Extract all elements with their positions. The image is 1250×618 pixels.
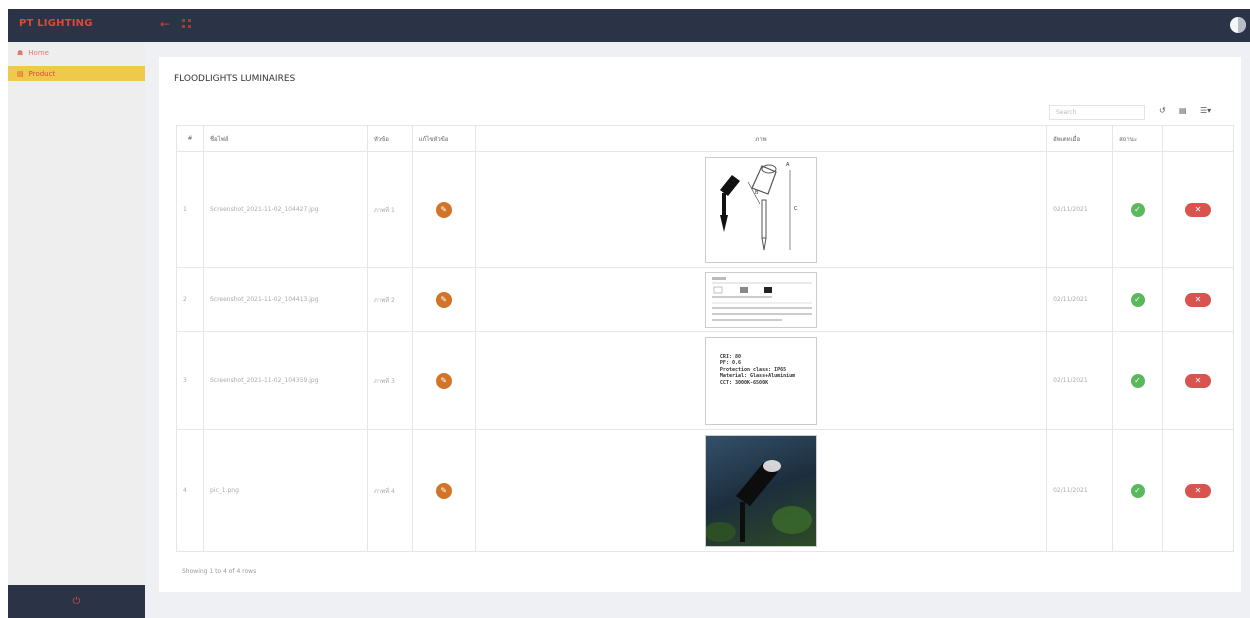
svg-text:C: C [794,206,798,212]
row-topic: ภาพที่ 2 [366,267,413,332]
row-index: 4 [176,429,204,552]
product-thumbnail[interactable] [704,434,817,547]
product-thumbnail[interactable]: B A C [704,156,817,263]
sidebar-item-label: Product [28,69,56,78]
row-date: 02/11/2021 [1046,267,1114,332]
sidebar-item-label: Home [28,49,49,57]
col-filename[interactable]: ชื่อไฟล์ [202,125,368,152]
col-updated[interactable]: อัพเดทเมื่อ [1046,125,1114,152]
product-thumbnail[interactable]: CRI: 80 PF: 0.6 Protection class: IP65 M… [704,336,817,425]
sidebar-footer: ⏻ [8,585,145,618]
close-icon[interactable]: ✕ [1185,373,1211,388]
check-icon[interactable]: ✓ [1130,292,1145,307]
table-row: 3 Screenshot_2021-11-02_104359.jpg ภาพที… [176,331,1234,430]
check-icon[interactable]: ✓ [1130,202,1145,217]
col-image[interactable]: ภาพ [474,125,1048,152]
col-status[interactable]: สถานะ [1112,125,1164,152]
row-date: 02/11/2021 [1046,331,1114,430]
pencil-icon[interactable]: ✎ [435,372,452,389]
product-thumbnail[interactable] [704,271,817,328]
col-edit[interactable]: แก้ไขหัวข้อ [411,125,476,152]
table-icon: ▤ [17,69,24,78]
pencil-icon[interactable]: ✎ [435,201,452,218]
content-panel: FLOODLIGHTS LUMINAIRES Search ↺ ▤ ☰▾ # ช… [159,57,1241,592]
check-icon[interactable]: ✓ [1130,373,1145,388]
row-topic: ภาพที่ 3 [366,331,413,430]
row-topic: ภาพที่ 4 [366,429,413,552]
table-row: 1 Screenshot_2021-11-02_104427.jpg ภาพที… [176,151,1234,268]
spec-sheet-drawing [711,276,812,321]
columns-icon[interactable]: ▤ [1179,106,1187,115]
svg-text:A: A [786,162,790,168]
close-icon[interactable]: ✕ [1185,483,1211,498]
pencil-icon[interactable]: ✎ [435,482,452,499]
table-row: 2 Screenshot_2021-11-02_104413.jpg ภาพที… [176,267,1234,332]
top-bar: PT LIGHTING ← [8,9,1250,42]
row-filename: Screenshot_2021-11-02_104413.jpg [202,267,368,332]
row-date: 02/11/2021 [1046,151,1114,268]
spec-line: CCT: 3000K-6500K [719,379,769,386]
arrow-left-icon[interactable]: ← [160,17,170,31]
check-icon[interactable]: ✓ [1130,483,1145,498]
col-index[interactable]: # [176,125,204,152]
close-icon[interactable]: ✕ [1185,292,1211,307]
home-icon: ☗ [17,49,24,57]
row-index: 3 [176,331,204,430]
row-index: 1 [176,151,204,268]
col-topic[interactable]: หัวข้อ [366,125,413,152]
garden-light-photo [705,459,812,542]
row-topic: ภาพที่ 1 [366,151,413,268]
app-frame: PT LIGHTING ← ☗ Home ▤ Product ⏻ FLOODLI… [8,9,1250,618]
spike-light-drawing: B A C [719,162,798,250]
search-input[interactable]: Search [1049,105,1145,120]
sidebar-item-product[interactable]: ▤ Product [8,66,145,81]
row-date: 02/11/2021 [1046,429,1114,552]
row-filename: Screenshot_2021-11-02_104427.jpg [202,151,368,268]
avatar-icon[interactable] [1230,17,1246,33]
spec-line: Material: Glass+Aluminium [719,373,796,379]
brand-logo[interactable]: PT LIGHTING [19,18,93,29]
sidebar-item-home[interactable]: ☗ Home [8,46,145,60]
refresh-icon[interactable]: ↺ [1159,106,1166,115]
data-table: # ชื่อไฟล์ หัวข้อ แก้ไขหัวข้อ ภาพ อัพเดท… [176,125,1234,552]
grid-icon[interactable] [182,19,192,29]
col-actions [1162,125,1234,152]
power-icon[interactable]: ⏻ [73,596,81,607]
list-icon[interactable]: ☰▾ [1200,106,1211,115]
table-row: 4 pic_1.png ภาพที่ 4 ✎ 02/11/2021 ✓ ✕ [176,429,1234,552]
page-title: FLOODLIGHTS LUMINAIRES [174,74,296,84]
row-index: 2 [176,267,204,332]
sidebar: ☗ Home ▤ Product ⏻ [8,42,145,618]
close-icon[interactable]: ✕ [1185,202,1211,217]
table-header-row: # ชื่อไฟล์ หัวข้อ แก้ไขหัวข้อ ภาพ อัพเดท… [176,125,1234,152]
row-filename: pic_1.png [202,429,368,552]
pagination-info: Showing 1 to 4 of 4 rows [182,568,257,575]
row-filename: Screenshot_2021-11-02_104359.jpg [202,331,368,430]
svg-text:B: B [755,190,759,196]
pencil-icon[interactable]: ✎ [435,291,452,308]
